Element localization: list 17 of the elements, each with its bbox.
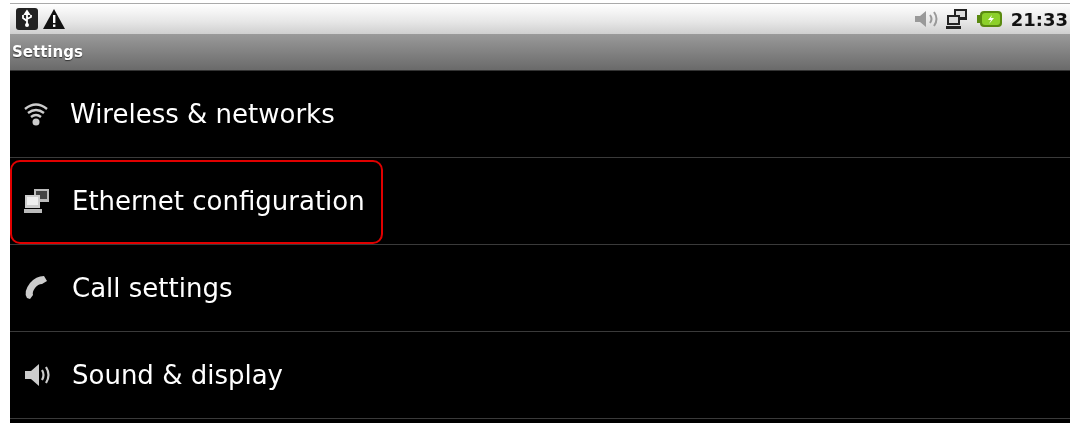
settings-item[interactable]: Sound & display <box>10 332 1070 419</box>
clock-time: 21:33 <box>1010 7 1068 32</box>
network-computers-icon <box>22 187 52 215</box>
item-label: Sound & display <box>72 358 283 392</box>
speaker-icon <box>22 361 52 389</box>
item-label: Ethernet configuration <box>72 184 365 218</box>
wifi-icon <box>22 100 50 128</box>
settings-item[interactable]: Ethernet configuration <box>10 158 1070 245</box>
battery-icon <box>976 9 1003 29</box>
item-label: Wireless & networks <box>70 97 335 131</box>
warning-icon <box>42 8 66 30</box>
settings-item[interactable]: Call settings <box>10 245 1070 332</box>
network-computers-icon <box>944 8 969 30</box>
usb-icon <box>16 8 38 30</box>
item-label: Call settings <box>72 271 233 305</box>
screen-title: Settings <box>12 41 83 63</box>
settings-item[interactable]: Wireless & networks <box>10 71 1070 158</box>
